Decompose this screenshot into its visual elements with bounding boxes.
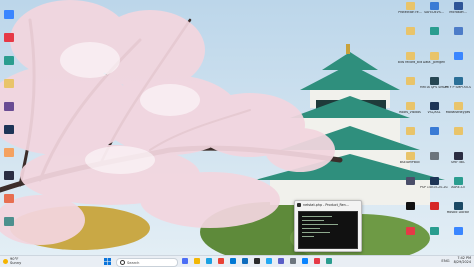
search-placeholder: Search [127,260,140,265]
app-icon [429,77,439,85]
app-icon [429,202,439,210]
taskbar: 90°F Sunny Search ENG 7:42 PM 8/29/2024 [0,255,474,267]
terminal-icon [297,203,301,207]
app-icon [453,127,463,135]
desktop-icon[interactable]: Modalstrotypes [444,102,472,122]
app-icon [429,227,439,235]
chrome-icon[interactable] [218,258,224,264]
desktop-icon-label: SHIFTBIL [451,161,465,164]
desktop-icon[interactable]: Microsoft... [444,2,472,22]
app-icon[interactable] [326,258,332,264]
desktop-icon[interactable]: ASRE-Cll [444,177,472,197]
clock-date: 8/29/2024 [453,259,471,264]
app-icon[interactable] [4,10,14,19]
desktop-icon[interactable]: MTF P SMPOOLS [444,77,472,97]
app-icon[interactable] [4,102,14,111]
sun-icon [3,258,8,264]
app-icon [429,27,439,35]
folder-icon [429,52,439,60]
preview-title: netstat.php - Product_Ren... [303,203,349,207]
app-icon [429,177,439,185]
widgets-icon[interactable] [182,258,188,264]
app-icon[interactable] [4,125,14,134]
language-indicator[interactable]: ENG [441,258,449,263]
desktop-icon-label: MTF P SMPOOLS [445,86,471,89]
app-icon [405,177,415,185]
desktop-icon-label: Protection re... [398,11,422,14]
system-tray: ENG 7:42 PM 8/29/2024 [441,256,471,265]
app-icon[interactable] [314,258,320,264]
app-icon[interactable] [4,33,14,42]
app-icon[interactable] [4,56,14,65]
app-icon [453,152,463,160]
app-icon[interactable] [4,194,14,203]
app-icon [453,202,463,210]
desktop-icon-label: VSL/ASL [427,111,441,114]
search-icon [120,260,125,265]
folder-icon [405,77,415,85]
app-icon [453,2,463,10]
app-icon [405,202,415,210]
vscode-icon[interactable] [266,258,272,264]
desktop-icon-label: SAFEDEVS... [424,11,444,14]
app-icon[interactable] [4,148,14,157]
clock[interactable]: 7:42 PM 8/29/2024 [453,256,471,265]
desktop-icon-label: Data _plmgen [422,61,446,64]
app-icon [429,152,439,160]
start-button[interactable] [104,258,111,265]
app-icon [453,77,463,85]
app-icon [429,127,439,135]
preview-titlebar: netstat.php - Product_Ren... [295,201,361,209]
app-icon [453,227,463,235]
desktop-icon-label: ASRE-Cll [451,186,465,189]
desktop-icon[interactable] [444,27,472,47]
app-icon [453,102,463,110]
app-icon[interactable] [4,217,14,226]
teams-icon[interactable] [278,258,284,264]
desktop-icon-label: Modalstrotypes [445,111,471,114]
folder-icon [405,27,415,35]
desktop-icon[interactable]: SHIFTBIL [444,152,472,172]
mail-icon[interactable] [242,258,248,264]
desktop-icon-label: Microsoft... [449,11,467,14]
app-icon [429,2,439,10]
weather-widget[interactable]: 90°F Sunny [3,257,21,265]
desktop-icon-label: BSEIAMPBUE [399,161,421,164]
terminal-icon[interactable] [254,258,260,264]
folder-icon [405,2,415,10]
weather-desc: Sunny [10,261,22,265]
edge-icon[interactable] [206,258,212,264]
settings-icon[interactable] [290,258,296,264]
desktop-icon-label: Mosaic Doctor [446,211,470,214]
app-icon [453,177,463,185]
folder-icon [405,52,415,60]
folder-icon [405,127,415,135]
file-explorer-icon[interactable] [194,258,200,264]
preview-terminal-content [298,211,358,249]
desktop-icon[interactable]: Mosaic Doctor [444,202,472,222]
desktop-icon[interactable] [444,227,472,247]
desktop-icon[interactable] [444,52,472,72]
app-icon[interactable] [4,171,14,180]
taskbar-thumbnail-preview[interactable]: netstat.php - Product_Ren... [294,200,362,252]
desktop-icon-label: Bills record_bils [397,61,423,64]
app-icon [453,52,463,60]
app-icon [453,27,463,35]
desktop-icon-label: Roots_Visibos [399,111,421,114]
photos-icon[interactable] [302,258,308,264]
app-icon [429,102,439,110]
folder-icon [405,152,415,160]
app-icon [405,227,415,235]
store-icon[interactable] [230,258,236,264]
desktop-icon[interactable] [444,127,472,147]
app-icon[interactable] [4,79,14,88]
folder-icon [405,102,415,110]
